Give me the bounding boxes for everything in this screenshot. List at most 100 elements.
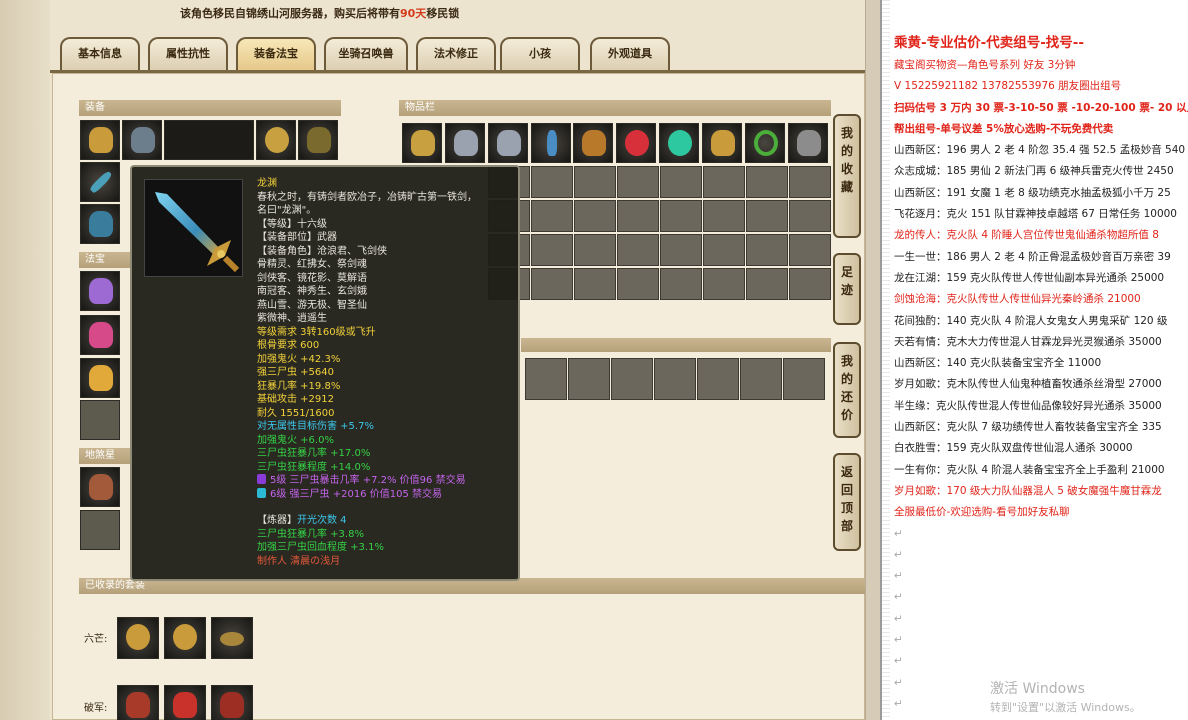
- tab-basic-info[interactable]: 基本信息: [60, 37, 140, 70]
- tab-children[interactable]: 小孩: [500, 37, 580, 70]
- inv-item-7[interactable]: [659, 123, 699, 163]
- inventory-empty-cell[interactable]: [574, 166, 616, 198]
- collected-item-2[interactable]: [164, 617, 206, 659]
- inv-item-4[interactable]: [531, 123, 571, 163]
- inventory-empty-cell[interactable]: [789, 268, 831, 300]
- inventory-empty-cell[interactable]: [617, 200, 659, 232]
- listing-line: 天若有情：克木大力传世混人甘霖龙异光灵猴通杀 35000: [894, 335, 1162, 348]
- storage-empty-cell[interactable]: [525, 358, 567, 400]
- inventory-empty-cell[interactable]: [703, 268, 745, 300]
- storage-empty-cell[interactable]: [697, 358, 739, 400]
- inventory-empty-cell[interactable]: [574, 268, 616, 300]
- inventory-empty-cell[interactable]: [703, 200, 745, 232]
- storage-empty-cell[interactable]: [568, 358, 610, 400]
- item-attribute-text: 【装备角色】沧浪君、飞剑侠: [257, 245, 387, 257]
- tab-appearance[interactable]: 外观道具: [590, 37, 670, 70]
- inventory-empty-cell[interactable]: [660, 268, 702, 300]
- equip-slot-armor[interactable]: [256, 120, 296, 160]
- listing-line: 花间独酌：140 克火队 4 阶混人女鬼女人男鬼采矿 120 级: [894, 314, 1168, 327]
- equip-slot-shoes[interactable]: [80, 204, 120, 244]
- equip-slot-belt[interactable]: [298, 120, 338, 160]
- activation-title: 激活 Windows: [990, 681, 1085, 697]
- inventory-empty-cell[interactable]: [617, 166, 659, 198]
- fabao-slot-1[interactable]: [80, 271, 120, 311]
- collected-item-1[interactable]: [117, 617, 159, 659]
- item-attribute-text: 南冠客、神秀生、玄剑娥: [257, 286, 367, 297]
- inventory-empty-cell[interactable]: [703, 166, 745, 198]
- inventory-empty-cell[interactable]: [617, 234, 659, 266]
- inventory-empty-cell[interactable]: [789, 200, 831, 232]
- dishazhu-slot-2[interactable]: [80, 510, 120, 550]
- item-attribute: 根骨要求 600: [257, 339, 517, 353]
- inventory-empty-cell[interactable]: [617, 268, 659, 300]
- section-equipment-title: 装备: [79, 100, 341, 116]
- inventory-empty-cell[interactable]: [574, 200, 616, 232]
- storage-empty-cell[interactable]: [611, 358, 653, 400]
- tab-mounts-summons[interactable]: 坐骑召唤兽: [324, 37, 408, 70]
- storage-empty-cell[interactable]: [740, 358, 782, 400]
- inventory-empty-cell[interactable]: [746, 268, 788, 300]
- inventory-empty-cell[interactable]: [746, 200, 788, 232]
- inv-item-5[interactable]: [573, 123, 613, 163]
- inv-item-6[interactable]: [616, 123, 656, 163]
- item-attribute-text: 基础攻击 +2912: [257, 394, 335, 405]
- inventory-empty-cell[interactable]: [531, 200, 573, 232]
- notice-days: 90天: [400, 7, 427, 20]
- footprint-button[interactable]: 足迹: [833, 253, 861, 325]
- character-portrait: [164, 120, 254, 160]
- tab-spell-correction[interactable]: 法术修正: [416, 37, 496, 70]
- listing-line: 一生一世：186 男人 2 老 4 阶正骨混孟极妙音百万亲密 39: [894, 250, 1171, 263]
- storage-empty-cell[interactable]: [783, 358, 825, 400]
- fabao-slot-3[interactable]: [80, 358, 120, 398]
- tab-equipment[interactable]: 装备法宝: [236, 37, 316, 70]
- inventory-empty-cell[interactable]: [531, 166, 573, 198]
- refine-line: 三尸虫狂暴几率 +3.8%: [257, 528, 517, 542]
- inventory-empty-cell[interactable]: [789, 234, 831, 266]
- inventory-empty-cell[interactable]: [574, 234, 616, 266]
- my-counteroffer-button[interactable]: 我的还价: [833, 342, 861, 438]
- fabao-slot-4[interactable]: [80, 400, 120, 440]
- dishazhu-slot-1[interactable]: [80, 467, 120, 507]
- item-attribute: 燕山雪、游无极、智圣仙: [257, 299, 517, 313]
- right-border: [865, 0, 880, 720]
- inventory-empty-cell[interactable]: [746, 234, 788, 266]
- equip-slot-weapon[interactable]: [80, 162, 120, 202]
- inv-item-3[interactable]: [488, 123, 528, 163]
- item-attribute-text: 春秋之时，有铸剑者欧冶子，冶铸旷古第一铁剑，: [257, 191, 477, 203]
- fabao-slot-2[interactable]: [80, 315, 120, 355]
- collected-item-3[interactable]: [211, 617, 253, 659]
- collected-item-4[interactable]: [117, 685, 159, 720]
- inv-item-8[interactable]: [702, 123, 742, 163]
- inv-item-10[interactable]: [788, 123, 828, 163]
- refine-row: 【炼器】开光次数 4: [257, 514, 517, 528]
- inventory-empty-cell[interactable]: [531, 268, 573, 300]
- item-attribute: 【装备部位】武器: [257, 231, 517, 245]
- inventory-empty-cell[interactable]: [660, 234, 702, 266]
- item-attribute: 耐久 1551/1600: [257, 407, 517, 421]
- inventory-empty-cell[interactable]: [531, 234, 573, 266]
- inventory-empty-cell[interactable]: [703, 234, 745, 266]
- inv-item-1[interactable]: [402, 123, 442, 163]
- listing-line: 山西新区：克火队 7 级功绩传世人畜牧装备宝宝齐全 335: [894, 421, 1162, 434]
- inventory-empty-cell[interactable]: [746, 166, 788, 198]
- back-to-top-button[interactable]: 返回顶部: [833, 453, 861, 551]
- equip-slot-helmet[interactable]: [80, 120, 120, 160]
- item-attribute-text: 等级需求 3转160级或飞升: [257, 326, 376, 338]
- inventory-empty-cell[interactable]: [789, 166, 831, 198]
- item-attribute-text: 剑侠客、镜花影、莫解语: [257, 272, 367, 284]
- collected-item-6[interactable]: [211, 685, 253, 720]
- inv-item-9[interactable]: [745, 123, 785, 163]
- inv-item-2[interactable]: [445, 123, 485, 163]
- listing-line: 半生缘：克火队传世混人传世仙品像较好异光通杀 35000: [894, 399, 1162, 412]
- storage-empty-cell[interactable]: [654, 358, 696, 400]
- item-attribute: 加强鬼火 +42.3%: [257, 353, 517, 367]
- item-attribute-text: 耐久 1551/1600: [257, 407, 335, 419]
- my-favorites-button[interactable]: 我的收藏: [833, 114, 861, 238]
- inventory-empty-cell[interactable]: [660, 166, 702, 198]
- collected-item-5[interactable]: [164, 685, 206, 720]
- equip-slot-necklace[interactable]: [122, 120, 162, 160]
- inventory-empty-cell[interactable]: [660, 200, 702, 232]
- item-attribute-text: 狂暴几率 +19.8%: [257, 380, 341, 392]
- item-maker: 制作人 清晨の浅月: [257, 555, 341, 567]
- tab-attributes[interactable]: 属性抗性: [148, 37, 228, 70]
